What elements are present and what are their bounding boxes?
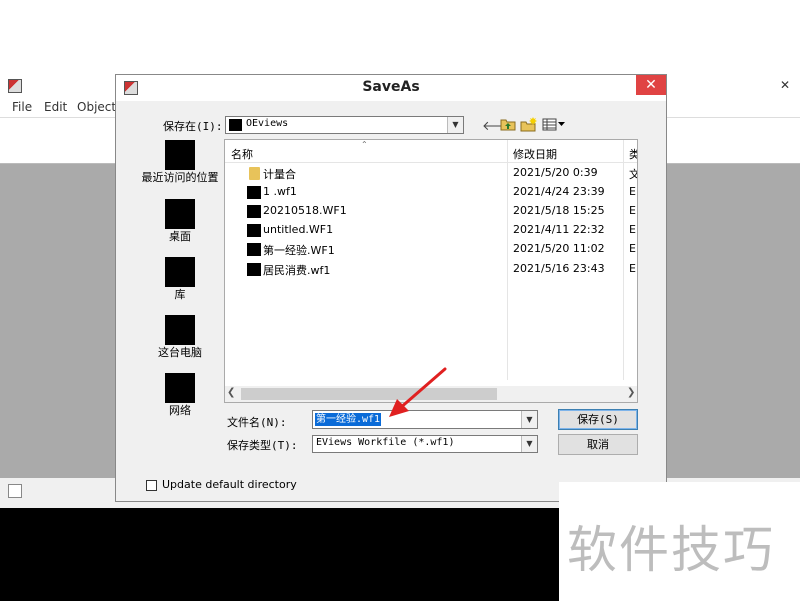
view-menu-icon[interactable] — [542, 118, 566, 135]
file-icon — [247, 224, 261, 237]
place-recent[interactable]: 最近访问的位置 — [138, 140, 222, 185]
file-name: 20210518.WF1 — [263, 204, 347, 217]
folder-icon — [249, 167, 260, 180]
scroll-left-icon[interactable]: ❮ — [227, 387, 235, 398]
column-header-name[interactable]: 名称 — [231, 146, 253, 162]
recent-places-icon — [165, 140, 195, 170]
file-type: 文 — [629, 166, 637, 182]
sort-up-icon: ⌃ — [361, 140, 368, 149]
file-name: 计量合 — [263, 168, 296, 181]
update-directory-label: Update default directory — [162, 478, 297, 491]
scrollbar-thumb[interactable] — [241, 388, 497, 400]
file-type: E — [629, 223, 636, 236]
menu-object[interactable]: Object — [77, 100, 116, 114]
file-row[interactable]: 居民消费.wf1 2021/5/16 23:43 E — [225, 260, 637, 279]
file-row[interactable]: 1 .wf1 2021/4/24 23:39 E — [225, 183, 637, 202]
file-name: 1 .wf1 — [263, 185, 297, 198]
filetype-value: EViews Workfile (*.wf1) — [316, 437, 455, 448]
new-folder-icon[interactable] — [520, 117, 538, 136]
file-type: E — [629, 204, 636, 217]
filetype-label: 保存类型(T): — [227, 439, 298, 452]
column-header-date[interactable]: 修改日期 — [513, 146, 557, 162]
watermark: 软件技巧 — [559, 482, 800, 601]
file-name: untitled.WF1 — [263, 223, 334, 236]
place-network[interactable]: 网络 — [138, 373, 222, 418]
library-icon — [165, 257, 195, 287]
column-header-type[interactable]: 类 — [629, 146, 637, 162]
scroll-right-icon[interactable]: ❯ — [627, 387, 635, 398]
network-icon — [165, 373, 195, 403]
file-row[interactable]: untitled.WF1 2021/4/11 22:32 E — [225, 221, 637, 240]
filetype-combo[interactable]: EViews Workfile (*.wf1) ▼ — [312, 435, 538, 453]
chevron-down-icon[interactable]: ▼ — [521, 411, 537, 428]
file-date: 2021/4/11 22:32 — [513, 223, 605, 236]
file-name: 第一经验.WF1 — [263, 244, 335, 257]
close-button[interactable]: ✕ — [636, 75, 666, 95]
file-icon — [247, 186, 261, 199]
watermark-text: 软件技巧 — [567, 521, 775, 579]
place-desktop[interactable]: 桌面 — [138, 199, 222, 244]
menu-edit[interactable]: Edit — [44, 100, 67, 114]
save-in-label: 保存在(I): — [163, 120, 223, 133]
file-icon — [247, 263, 261, 276]
dialog-title: SaveAs — [362, 79, 420, 95]
chevron-down-icon[interactable]: ▼ — [447, 117, 463, 133]
file-row[interactable]: 20210518.WF1 2021/5/18 15:25 E — [225, 202, 637, 221]
filename-value: 第一经验.wf1 — [315, 413, 382, 426]
file-icon — [247, 243, 261, 256]
update-directory-checkbox[interactable] — [146, 480, 157, 491]
eviews-app-icon — [8, 79, 22, 93]
desktop-icon — [165, 199, 195, 229]
file-type: E — [629, 185, 636, 198]
file-date: 2021/5/20 11:02 — [513, 242, 605, 255]
file-date: 2021/5/18 15:25 — [513, 204, 605, 217]
red-arrow-annotation — [389, 367, 447, 417]
place-desktop-label: 桌面 — [169, 230, 191, 243]
menu-file[interactable]: File — [12, 100, 32, 114]
file-icon — [247, 205, 261, 218]
folder-black-icon — [229, 119, 242, 131]
up-folder-icon[interactable] — [500, 117, 516, 135]
place-library[interactable]: 库 — [138, 257, 222, 302]
saveas-dialog: SaveAs ✕ 保存在(I): OEviews ▼ 🡐 最近访问的位置 桌面 … — [115, 74, 667, 502]
save-button[interactable]: 保存(S) — [558, 409, 638, 430]
file-list[interactable]: 名称 ⌃ 修改日期 类 计量合 2021/5/20 0:39 文 1 .wf1 … — [224, 139, 638, 403]
file-type: E — [629, 242, 636, 255]
chevron-down-icon[interactable]: ▼ — [521, 436, 537, 452]
place-this-pc[interactable]: 这台电脑 — [138, 315, 222, 360]
filename-label: 文件名(N): — [227, 416, 287, 429]
file-type: E — [629, 262, 636, 275]
place-network-label: 网络 — [169, 404, 191, 417]
file-row[interactable]: 计量合 2021/5/20 0:39 文 — [225, 164, 637, 183]
file-date: 2021/5/20 0:39 — [513, 166, 598, 179]
file-row[interactable]: 第一经验.WF1 2021/5/20 11:02 E — [225, 240, 637, 259]
file-name: 居民消费.wf1 — [263, 264, 331, 277]
save-in-value: OEviews — [246, 118, 289, 129]
place-library-label: 库 — [174, 288, 186, 301]
cancel-button[interactable]: 取消 — [558, 434, 638, 455]
status-box — [8, 484, 22, 498]
place-this-pc-label: 这台电脑 — [158, 346, 202, 359]
file-date: 2021/5/16 23:43 — [513, 262, 605, 275]
computer-icon — [165, 315, 195, 345]
save-in-combo[interactable]: OEviews ▼ — [225, 116, 464, 134]
place-recent-label: 最近访问的位置 — [141, 171, 219, 184]
app-close-icon[interactable]: ✕ — [780, 79, 792, 92]
file-date: 2021/4/24 23:39 — [513, 185, 605, 198]
header-divider — [225, 162, 637, 163]
dialog-title-bar: SaveAs ✕ — [116, 75, 666, 101]
